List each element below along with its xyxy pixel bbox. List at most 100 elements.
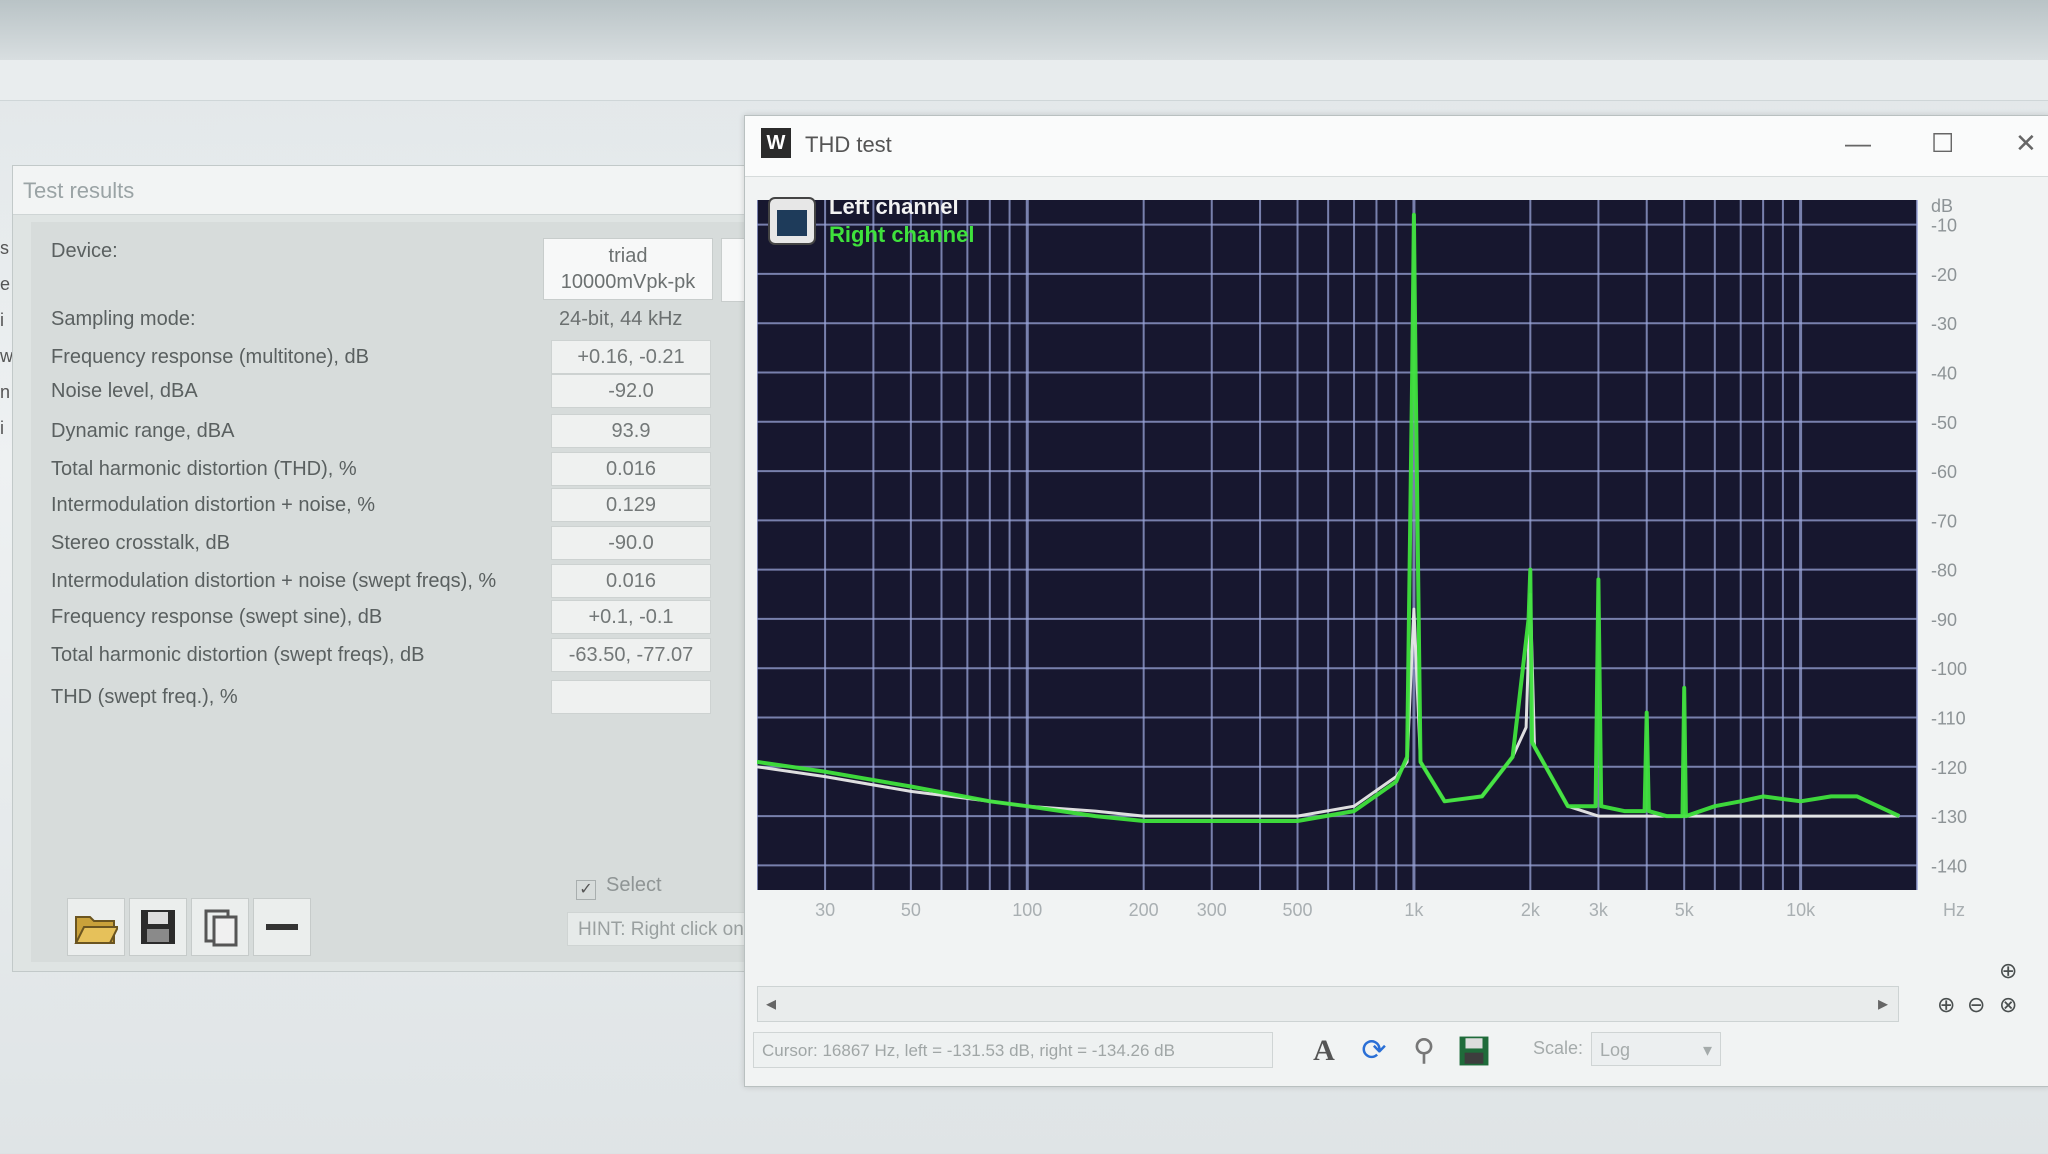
result-row: Intermodulation distortion + noise (swep… — [31, 562, 753, 602]
horizontal-scrollbar[interactable]: ◂ ▸ — [757, 986, 1899, 1022]
test-results-body: Device: triad 10000mVpk-pk Sampling mode… — [31, 222, 767, 962]
app-logo-icon: W — [761, 128, 791, 158]
x-tick-label: 100 — [1012, 900, 1042, 920]
device-level: 10000mVpk-pk — [560, 271, 696, 293]
save-results-button[interactable] — [129, 898, 187, 956]
result-value[interactable]: +0.16, -0.21 — [551, 340, 711, 374]
result-value[interactable]: 93.9 — [551, 414, 711, 448]
test-results-title: Test results — [23, 178, 135, 203]
x-tick-label: 1k — [1404, 900, 1424, 920]
result-value[interactable]: -90.0 — [551, 526, 711, 560]
thd-test-window: W THD test — ☐ ✕ -10 -20 -30 -40 -50 -60 -70 -8… — [744, 115, 2048, 1087]
result-label: Stereo crosstalk, dB — [51, 532, 230, 554]
scale-select[interactable]: Log ▾ — [1591, 1032, 1721, 1066]
result-value[interactable]: 0.016 — [551, 564, 711, 598]
maximize-icon[interactable]: ☐ — [1931, 128, 1954, 159]
magnifier-icon[interactable]: ⚲ — [1403, 1030, 1445, 1072]
test-results-titlebar: Test results — [13, 166, 753, 215]
result-value[interactable] — [551, 680, 711, 714]
y-tick-label: -30 — [1931, 314, 1957, 334]
x-tick-label: 10k — [1786, 900, 1816, 920]
x-tick-label: 3k — [1589, 900, 1609, 920]
cursor-readout: Cursor: 16867 Hz, left = -131.53 dB, rig… — [753, 1032, 1273, 1068]
thd-statusbar: Cursor: 16867 Hz, left = -131.53 dB, rig… — [753, 1026, 2043, 1076]
scroll-left-icon[interactable]: ◂ — [766, 991, 776, 1016]
y-tick-label: -60 — [1931, 462, 1957, 482]
y-tick-label: -90 — [1931, 610, 1957, 630]
result-row: Sampling mode: 24-bit, 44 kHz — [31, 300, 753, 340]
result-label: THD (swept freq.), % — [51, 686, 238, 708]
zoom-reset-icon[interactable]: ⊗ — [1999, 992, 2017, 1018]
scroll-right-icon[interactable]: ▸ — [1878, 991, 1888, 1016]
refresh-icon[interactable]: ⟳ — [1353, 1030, 1395, 1072]
y-tick-label: -70 — [1931, 511, 1957, 531]
y-tick-label: -110 — [1931, 709, 1966, 729]
close-icon[interactable]: ✕ — [2015, 128, 2037, 159]
legend-toggle-icon-inner — [777, 210, 807, 236]
device-column-header[interactable]: triad 10000mVpk-pk — [543, 238, 713, 300]
open-button[interactable] — [67, 898, 125, 956]
y-tick-label: -130 — [1931, 807, 1967, 827]
thd-window-title: THD test — [805, 132, 892, 157]
result-value[interactable]: -92.0 — [551, 374, 711, 408]
select-label: Select — [606, 874, 662, 896]
y-tick-label: -40 — [1931, 364, 1957, 384]
remove-button[interactable] — [253, 898, 311, 956]
result-value[interactable]: +0.1, -0.1 — [551, 600, 711, 634]
zoom-in-icon[interactable]: ⊕ — [1937, 992, 1955, 1018]
thd-titlebar[interactable]: W THD test — ☐ ✕ — [745, 116, 2048, 177]
result-label: Frequency response (swept sine), dB — [51, 606, 383, 628]
result-row: Total harmonic distortion (swept freqs),… — [31, 636, 753, 676]
chevron-down-icon: ▾ — [1702, 1040, 1712, 1060]
x-tick-label: 2k — [1521, 900, 1541, 920]
result-row: Total harmonic distortion (THD), % 0.016 — [31, 450, 753, 490]
y-tick-label: -80 — [1931, 561, 1957, 581]
open-folder-icon — [74, 916, 120, 944]
y-tick-label: -20 — [1931, 265, 1957, 285]
result-row: THD (swept freq.), % — [31, 678, 753, 718]
y-tick-label: -10 — [1931, 216, 1957, 236]
plot-background — [757, 200, 1917, 890]
result-label: Total harmonic distortion (THD), % — [51, 458, 357, 480]
result-value[interactable]: -63.50, -77.07 — [551, 638, 711, 672]
hint-text: HINT: Right click on — [567, 912, 767, 946]
result-label: Intermodulation distortion + noise (swep… — [51, 570, 497, 592]
result-value: 24-bit, 44 kHz — [559, 308, 683, 330]
result-row: Intermodulation distortion + noise, % 0.1… — [31, 486, 753, 526]
result-label: Noise level, dBA — [51, 380, 198, 402]
spectrum-plot[interactable]: -10 -20 -30 -40 -50 -60 -70 -80 -90 -100 -110 -120 -… — [757, 190, 1979, 960]
y-axis-label: dB — [1931, 196, 1953, 216]
zoom-fit-icon[interactable]: ⊕ — [1999, 958, 2017, 984]
checkmark-icon: ✓ — [576, 880, 596, 900]
result-label: Dynamic range, dBA — [51, 420, 235, 442]
copy-icon — [204, 909, 238, 947]
scale-label: Scale: — [1533, 1038, 1584, 1058]
result-value[interactable]: 0.129 — [551, 488, 711, 522]
x-tick-label: 30 — [815, 900, 835, 920]
save-plot-button[interactable] — [1453, 1030, 1495, 1072]
app-toolbar-strip — [0, 60, 2048, 101]
result-row: Frequency response (swept sine), dB +0.1,… — [31, 598, 753, 638]
scale-value: Log — [1600, 1040, 1631, 1060]
y-tick-label: -120 — [1931, 758, 1967, 778]
test-results-panel: Test results Device: triad 10000mVpk-pk … — [12, 165, 767, 972]
result-label: Intermodulation distortion + noise, % — [51, 494, 376, 516]
legend-entry[interactable]: Left channel — [829, 194, 959, 219]
save-plot-icon — [1459, 1036, 1489, 1066]
x-tick-label: 500 — [1283, 900, 1313, 920]
zoom-out-icon[interactable]: ⊖ — [1967, 992, 1985, 1018]
minimize-icon[interactable]: — — [1845, 128, 1871, 159]
result-value[interactable]: 0.016 — [551, 452, 711, 486]
y-tick-label: -140 — [1931, 856, 1967, 876]
y-tick-label: -100 — [1931, 659, 1967, 679]
x-tick-label: 300 — [1197, 900, 1227, 920]
x-tick-label: 5k — [1675, 900, 1695, 920]
device-row: Device: triad 10000mVpk-pk — [31, 232, 753, 302]
copy-button[interactable] — [191, 898, 249, 956]
x-tick-label: 200 — [1129, 900, 1159, 920]
legend-entry[interactable]: Right channel — [829, 222, 974, 247]
text-annotation-icon[interactable]: A — [1303, 1030, 1345, 1072]
device-label: Device: — [51, 240, 118, 262]
select-checkbox[interactable]: ✓ Select — [576, 874, 662, 900]
result-row: Dynamic range, dBA 93.9 — [31, 412, 753, 452]
